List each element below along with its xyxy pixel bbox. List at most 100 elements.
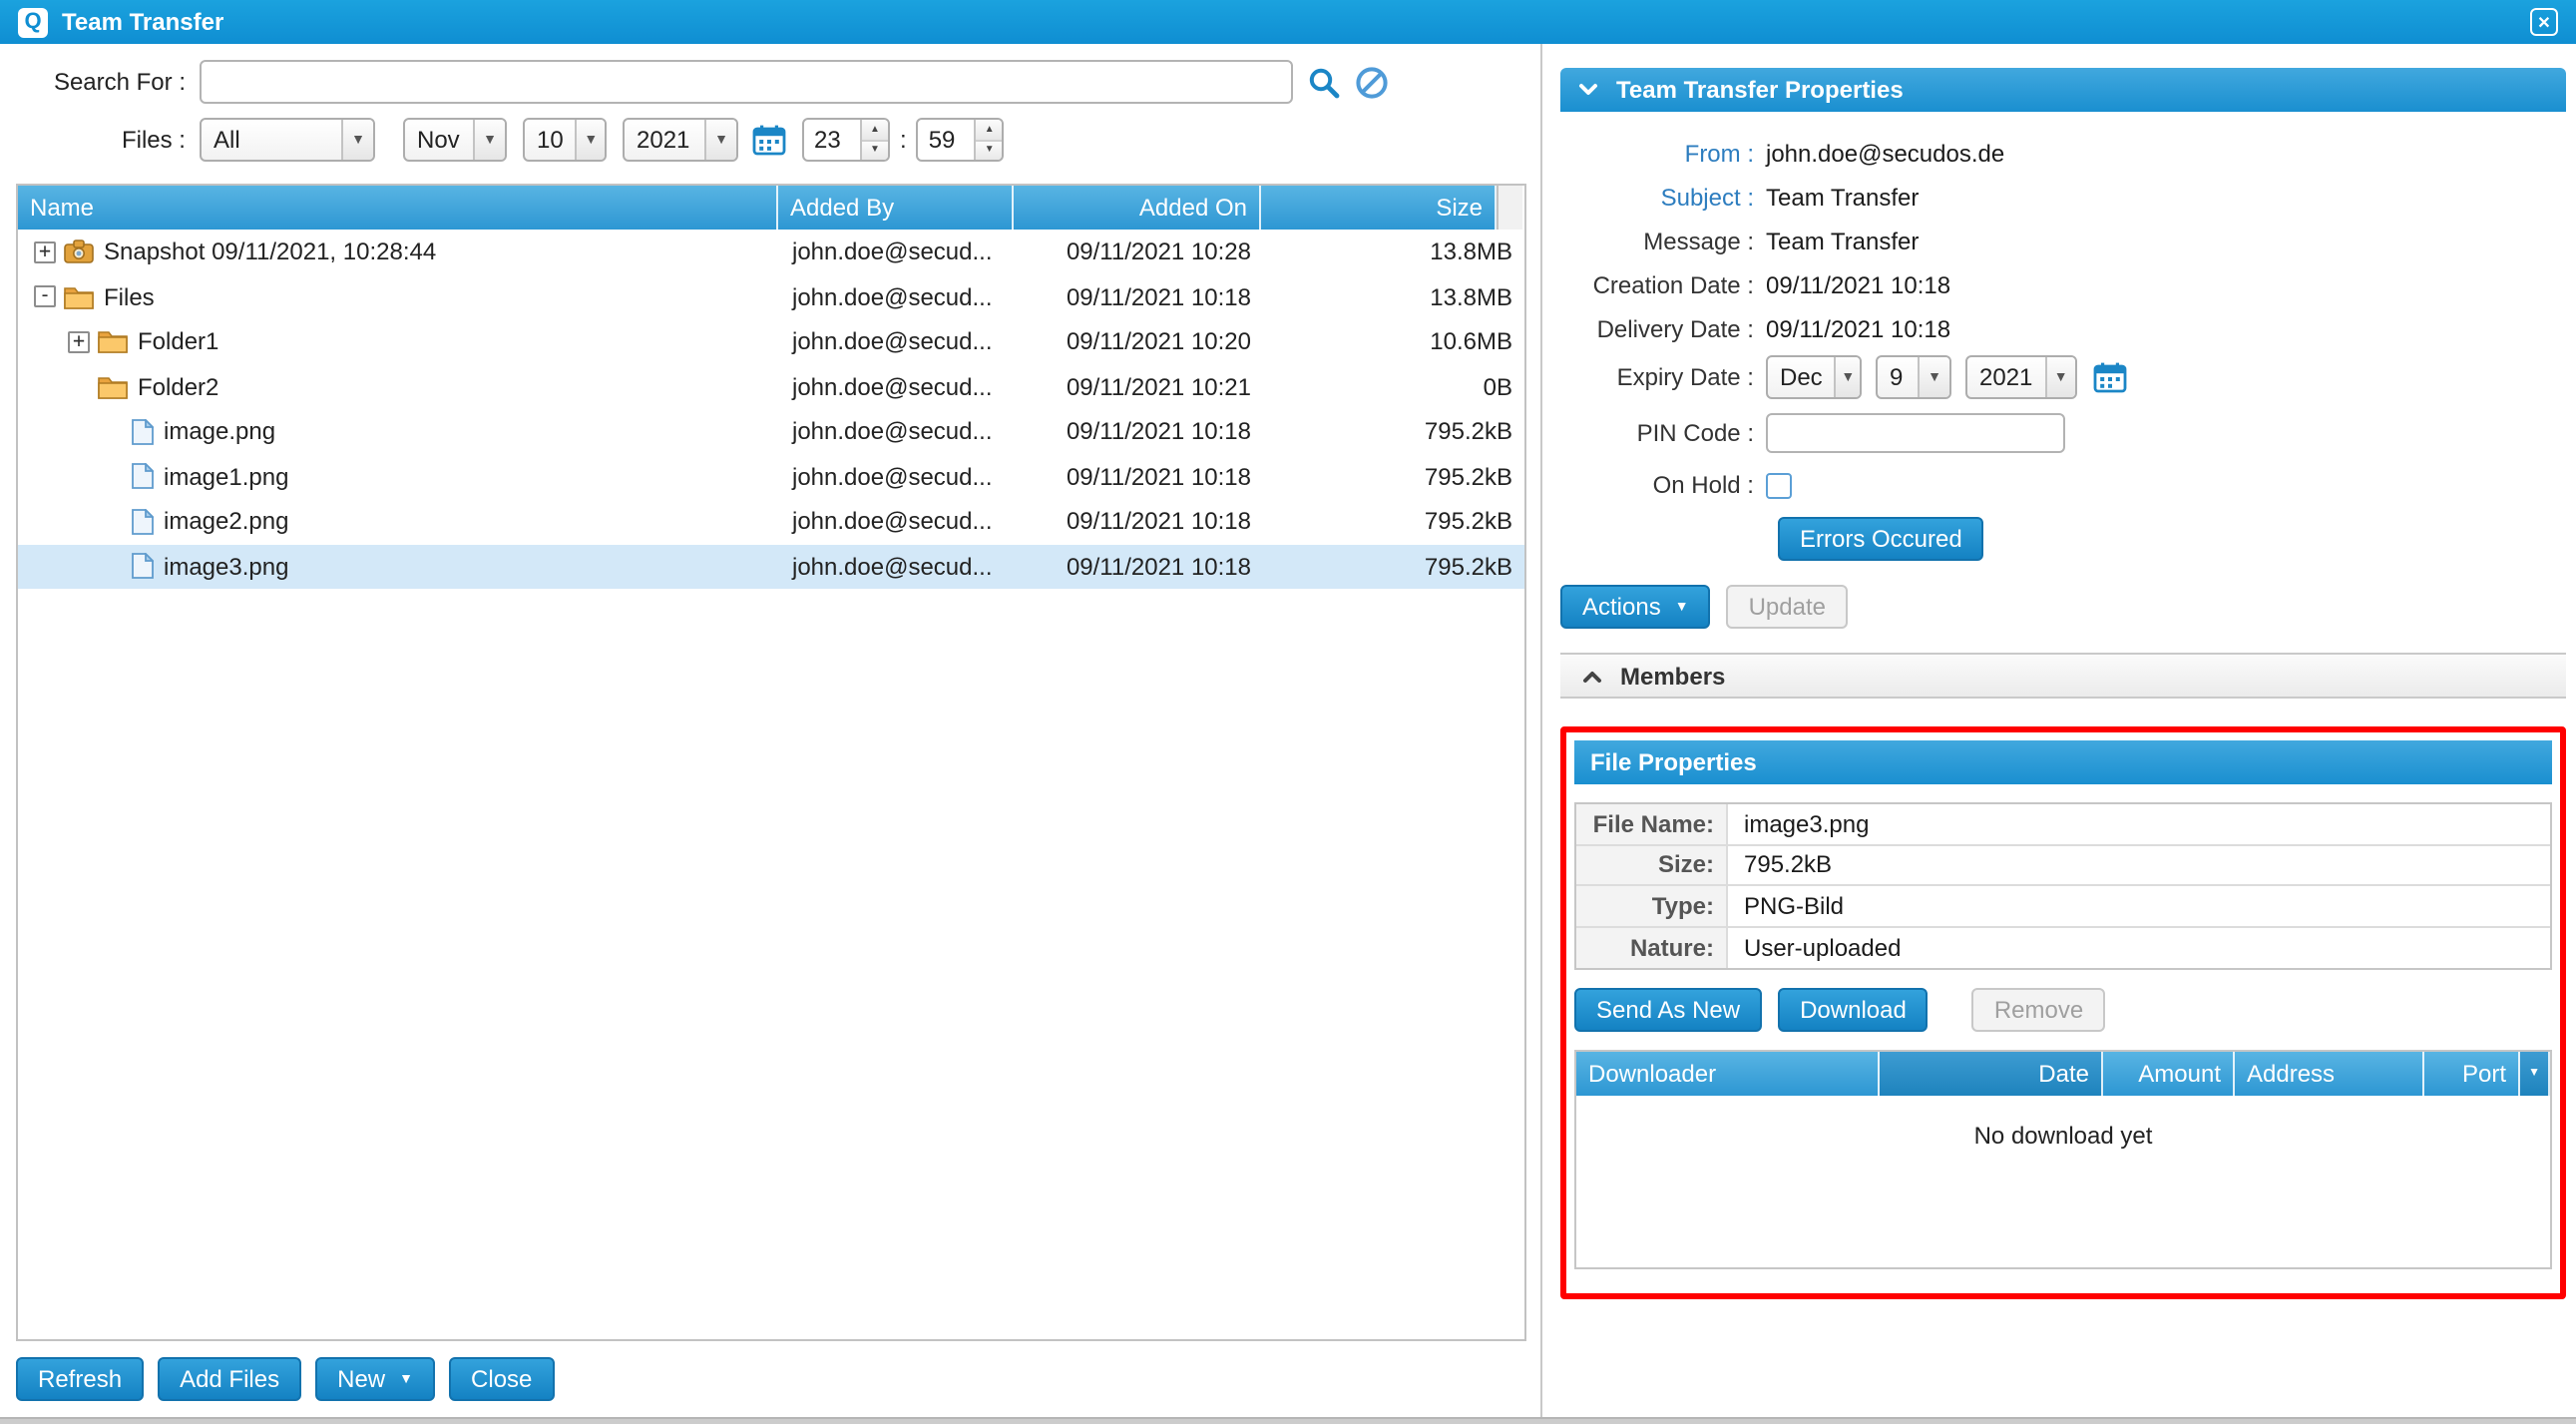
clear-search-button[interactable] — [1355, 65, 1389, 99]
file-icon — [132, 509, 154, 535]
column-header-address[interactable]: Address — [2235, 1052, 2424, 1096]
tree-row-image3-png-selected[interactable]: image3.png john.doe@secud... 09/11/2021 … — [18, 544, 1524, 589]
row-size: 13.8MB — [1263, 283, 1524, 311]
row-name: Folder2 — [138, 373, 218, 401]
tree-row-image1-png[interactable]: image1.png john.doe@secud... 09/11/2021 … — [18, 454, 1524, 499]
column-header-name[interactable]: Name — [18, 186, 778, 230]
expiry-date-picker-button[interactable] — [2093, 361, 2127, 393]
row-added-by: john.doe@secud... — [780, 463, 1016, 491]
expiry-month-select[interactable]: Dec ▼ — [1766, 355, 1862, 399]
files-type-select[interactable]: All ▼ — [200, 118, 375, 162]
file-properties-highlight: File Properties File Name: image3.png Si… — [1560, 726, 2566, 1299]
column-header-added-on[interactable]: Added On — [1014, 186, 1261, 230]
tree-row-files[interactable]: - Files john.doe@secud... 09/11/2021 10:… — [18, 274, 1524, 319]
chevron-up-icon — [1582, 668, 1602, 684]
file-icon — [132, 554, 154, 580]
new-button[interactable]: New ▼ — [315, 1357, 435, 1401]
remove-button[interactable]: Remove — [1972, 988, 2105, 1032]
expiry-date-label: Expiry Date : — [1560, 363, 1766, 391]
chevron-down-icon: ▼ — [1835, 357, 1860, 397]
message-value: Team Transfer — [1766, 228, 1919, 255]
message-label: Message : — [1560, 228, 1766, 255]
scrollbar-gutter — [1497, 186, 1524, 230]
delivery-date-value: 09/11/2021 10:18 — [1766, 315, 1950, 343]
spinner-down-icon[interactable]: ▼ — [862, 141, 888, 160]
properties-header[interactable]: Team Transfer Properties — [1560, 68, 2566, 112]
row-added-on: 09/11/2021 10:18 — [1016, 283, 1263, 311]
minute-spinner[interactable]: 59 ▲ ▼ — [917, 118, 1005, 162]
chevron-down-icon — [1578, 82, 1598, 98]
subject-label: Subject : — [1560, 184, 1766, 212]
year-select[interactable]: 2021 ▼ — [623, 118, 738, 162]
column-header-amount[interactable]: Amount — [2103, 1052, 2235, 1096]
row-added-by: john.doe@secud... — [780, 553, 1016, 581]
row-name: Folder1 — [138, 328, 218, 356]
collapse-icon[interactable]: - — [34, 286, 56, 308]
row-size: 795.2kB — [1263, 553, 1524, 581]
file-tree-table: Name Added By Added On Size + — [16, 184, 1526, 1341]
time-separator: : — [900, 126, 907, 154]
chevron-down-icon: ▼ — [1675, 600, 1689, 614]
properties-panel: Team Transfer Properties From : john.doe… — [1542, 44, 2576, 1417]
row-name: Snapshot 09/11/2021, 10:28:44 — [104, 238, 436, 266]
row-added-by: john.doe@secud... — [780, 328, 1016, 356]
search-input[interactable] — [200, 60, 1293, 104]
row-name: Files — [104, 283, 155, 311]
app-logo-icon: Q — [18, 7, 48, 37]
prop-row-nature: Nature: User-uploaded — [1576, 927, 2550, 968]
day-select[interactable]: 10 ▼ — [523, 118, 607, 162]
pin-code-input[interactable] — [1766, 413, 2065, 453]
send-as-new-button[interactable]: Send As New — [1574, 988, 1762, 1032]
from-label: From : — [1560, 140, 1766, 168]
expiry-day-select[interactable]: 9 ▼ — [1876, 355, 1951, 399]
spinner-up-icon[interactable]: ▲ — [862, 120, 888, 141]
column-header-size[interactable]: Size — [1261, 186, 1497, 230]
expand-icon[interactable]: + — [34, 241, 56, 263]
column-header-date[interactable]: Date — [1880, 1052, 2103, 1096]
date-picker-button[interactable] — [752, 124, 786, 156]
row-size: 795.2kB — [1263, 508, 1524, 536]
close-window-button[interactable]: ✕ — [2530, 8, 2558, 36]
add-files-button[interactable]: Add Files — [158, 1357, 301, 1401]
update-button[interactable]: Update — [1727, 585, 1848, 629]
row-added-on: 09/11/2021 10:28 — [1016, 238, 1263, 266]
tree-row-snapshot[interactable]: + Snapshot 09/11/2021, 10:28:44 — [18, 230, 1524, 274]
folder-icon — [98, 330, 128, 354]
spinner-down-icon[interactable]: ▼ — [977, 141, 1003, 160]
column-menu-button[interactable]: ▼ — [2520, 1052, 2550, 1096]
team-transfer-window: Q Team Transfer ✕ Search For : — [0, 0, 2576, 1424]
column-header-port[interactable]: Port — [2424, 1052, 2520, 1096]
chevron-down-icon: ▼ — [2528, 1068, 2540, 1080]
window-bottom-edge — [0, 1417, 2576, 1424]
row-size: 10.6MB — [1263, 328, 1524, 356]
tree-row-image2-png[interactable]: image2.png john.doe@secud... 09/11/2021 … — [18, 499, 1524, 544]
hour-spinner[interactable]: 23 ▲ ▼ — [802, 118, 890, 162]
expand-icon[interactable]: + — [68, 331, 90, 353]
tree-row-folder2[interactable]: Folder2 john.doe@secud... 09/11/2021 10:… — [18, 364, 1524, 409]
calendar-icon — [752, 124, 786, 156]
download-button[interactable]: Download — [1778, 988, 1929, 1032]
month-select[interactable]: Nov ▼ — [403, 118, 507, 162]
column-header-added-by[interactable]: Added By — [778, 186, 1014, 230]
members-label: Members — [1620, 662, 1725, 690]
actions-button[interactable]: Actions ▼ — [1560, 585, 1711, 629]
row-size: 795.2kB — [1263, 418, 1524, 446]
members-section-toggle[interactable]: Members — [1560, 653, 2566, 699]
row-added-on: 09/11/2021 10:18 — [1016, 418, 1263, 446]
expiry-year-select[interactable]: 2021 ▼ — [1965, 355, 2077, 399]
tree-row-image-png[interactable]: image.png john.doe@secud... 09/11/2021 1… — [18, 409, 1524, 454]
chevron-down-icon: ▼ — [576, 120, 605, 160]
refresh-button[interactable]: Refresh — [16, 1357, 144, 1401]
on-hold-checkbox[interactable] — [1766, 472, 1792, 498]
column-header-downloader[interactable]: Downloader — [1576, 1052, 1880, 1096]
close-button[interactable]: Close — [449, 1357, 554, 1401]
downloads-table: Downloader Date Amount Address Port ▼ No… — [1574, 1050, 2552, 1269]
spinner-up-icon[interactable]: ▲ — [977, 120, 1003, 141]
row-size: 0B — [1263, 373, 1524, 401]
search-label: Search For : — [16, 68, 200, 96]
table-body: + Snapshot 09/11/2021, 10:28:44 — [18, 230, 1524, 1339]
errors-occured-button[interactable]: Errors Occured — [1778, 517, 1984, 561]
tree-row-folder1[interactable]: + Folder1 john.doe@secud... 09/11/2021 1… — [18, 319, 1524, 364]
search-button[interactable] — [1307, 65, 1341, 99]
file-icon — [132, 464, 154, 490]
